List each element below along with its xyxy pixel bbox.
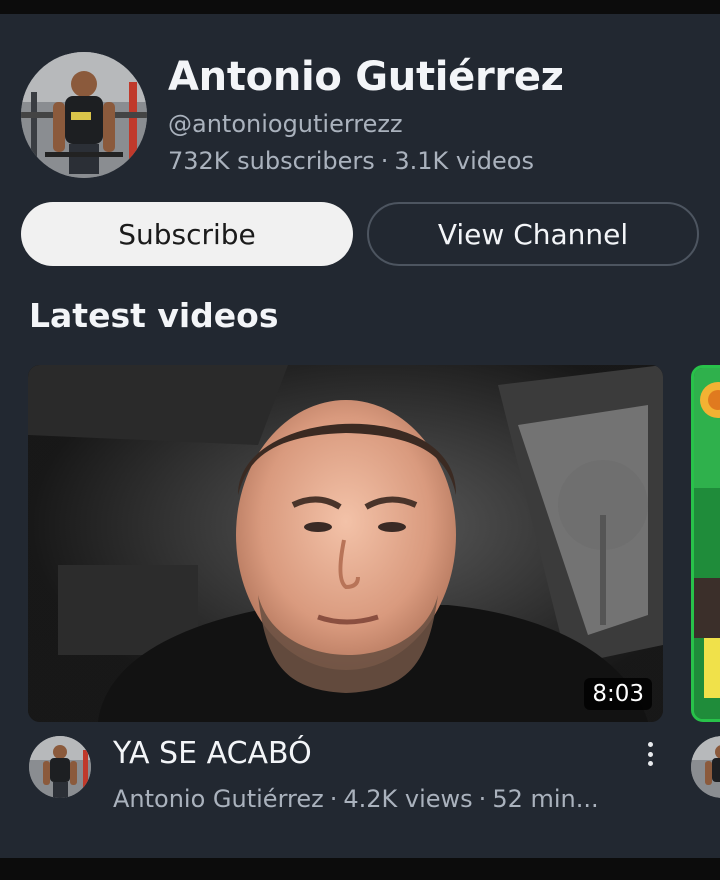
channel-stats: 732K subscribers · 3.1K videos (168, 147, 534, 175)
view-channel-button[interactable]: View Channel (367, 202, 699, 266)
subscriber-count: 732K subscribers (168, 147, 375, 175)
meta-separator-1: · (329, 785, 338, 813)
video-metadata: Antonio Gutiérrez · 4.2K views · 52 min... (113, 785, 599, 813)
more-vert-icon[interactable] (636, 738, 664, 770)
meta-separator-2: · (478, 785, 487, 813)
top-status-strip (0, 0, 720, 14)
more-dot (647, 751, 653, 757)
video-duration: 8:03 (584, 678, 652, 710)
video-views: 4.2K views (343, 785, 473, 813)
more-dot (647, 761, 653, 766)
latest-videos-heading: Latest videos (29, 296, 279, 335)
subscribe-button[interactable]: Subscribe (21, 202, 353, 266)
bottom-nav-strip (0, 858, 720, 880)
next-video-channel-avatar[interactable] (691, 736, 720, 798)
more-dot (647, 742, 653, 747)
stats-separator: · (380, 147, 389, 175)
channel-card: Antonio Gutiérrez @antoniogutierrezz 732… (0, 14, 720, 858)
video-title[interactable]: YA SE ACABÓ (113, 736, 312, 771)
next-video-thumbnail[interactable] (691, 365, 720, 722)
video-channel-avatar[interactable] (29, 736, 91, 798)
video-age: 52 min... (492, 785, 599, 813)
video-channel-name: Antonio Gutiérrez (113, 785, 324, 813)
channel-avatar[interactable] (21, 52, 147, 178)
channel-handle: @antoniogutierrezz (168, 110, 403, 138)
video-thumbnail[interactable]: 8:03 (28, 365, 663, 722)
channel-name: Antonio Gutiérrez (168, 54, 564, 100)
video-count: 3.1K videos (394, 147, 534, 175)
